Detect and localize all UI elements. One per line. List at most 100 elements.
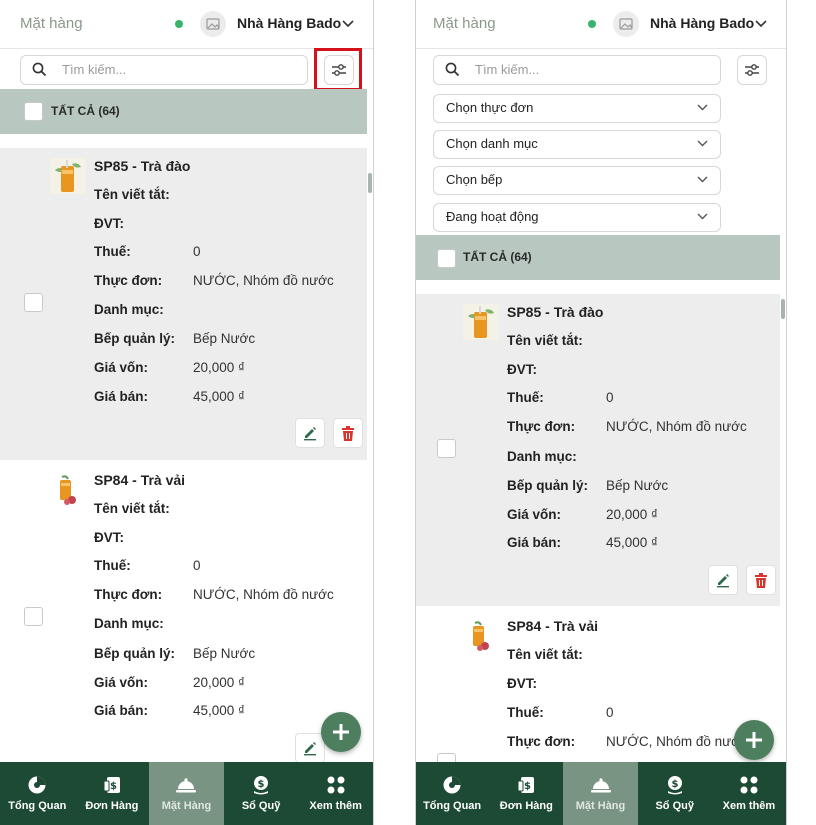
add-item-button[interactable]	[734, 720, 774, 760]
short-name-label: Tên viết tắt:	[507, 647, 583, 662]
chevron-down-icon[interactable]	[342, 20, 354, 28]
cost-label: Giá vốn:	[94, 675, 149, 690]
menu-value: NƯỚC, Nhóm đồ nước	[193, 587, 334, 602]
cost-value: 20,000 ₫	[606, 507, 658, 522]
search-input[interactable]: Tìm kiếm...	[20, 55, 308, 85]
store-selector[interactable]: Nhà Hàng Bado	[237, 15, 341, 31]
pie-chart-icon	[28, 776, 46, 794]
panel-border	[415, 0, 416, 825]
nav-item-overview[interactable]: Tổng Quan	[0, 762, 75, 825]
product-card[interactable]	[415, 294, 780, 606]
product-checkbox[interactable]	[24, 607, 43, 626]
nav-item-more[interactable]: Xem thêm	[712, 762, 786, 825]
menu-label: Thực đơn:	[94, 587, 163, 602]
grid-icon	[327, 776, 345, 794]
product-checkbox[interactable]	[24, 293, 43, 312]
plus-icon	[333, 724, 349, 740]
product-name: SP85 - Trà đào	[94, 158, 191, 174]
filter-button[interactable]	[737, 55, 767, 85]
menu-filter-select[interactable]: Chọn thực đơn	[433, 94, 721, 123]
scrollbar[interactable]	[368, 173, 372, 193]
price-label: Giá bán:	[94, 703, 149, 718]
menu-value: NƯỚC, Nhóm đồ nước	[193, 273, 334, 288]
trash-icon	[342, 425, 354, 441]
pencil-icon	[717, 574, 729, 588]
pencil-icon	[304, 742, 316, 756]
menu-value: NƯỚC, Nhóm đồ nước	[606, 419, 747, 434]
lychee-tea-image	[50, 472, 86, 508]
chevron-down-icon[interactable]	[755, 20, 767, 28]
select-all-label: TẤT CẢ (64)	[463, 250, 532, 264]
short-name-label: Tên viết tắt:	[94, 187, 170, 202]
grid-icon	[740, 776, 758, 794]
scrollbar[interactable]	[781, 299, 785, 319]
cost-label: Giá vốn:	[94, 360, 149, 375]
nav-item-products[interactable]: Mặt Hàng	[149, 762, 224, 825]
edit-button[interactable]	[295, 418, 325, 448]
cost-value: 20,000 ₫	[193, 675, 245, 690]
search-input[interactable]: Tìm kiếm...	[433, 55, 721, 85]
menu-filter-value: Chọn thực đơn	[446, 100, 534, 115]
nav-item-cashbook[interactable]: $ Sổ Quỹ	[224, 762, 299, 825]
category-filter-select[interactable]: Chọn danh mục	[433, 130, 721, 159]
peach-tea-image	[463, 304, 499, 340]
menu-label: Thực đơn:	[94, 273, 163, 288]
nav-item-orders[interactable]: $ Đơn Hàng	[75, 762, 150, 825]
nav-label: Đơn Hàng	[499, 800, 553, 812]
unit-label: ĐVT:	[94, 530, 124, 545]
product-name: SP85 - Trà đào	[507, 304, 604, 320]
svg-text:$: $	[671, 779, 678, 790]
select-all-checkbox[interactable]	[24, 102, 43, 121]
category-label: Danh mục:	[94, 616, 164, 631]
nav-label: Tổng Quan	[423, 800, 482, 812]
nav-item-products[interactable]: Mặt Hàng	[563, 762, 638, 825]
chevron-down-icon	[697, 104, 708, 111]
nav-item-more[interactable]: Xem thêm	[298, 762, 373, 825]
nav-item-overview[interactable]: Tổng Quan	[415, 762, 489, 825]
nav-item-cashbook[interactable]: $ Sổ Quỹ	[638, 762, 712, 825]
select-all-label: TẤT CẢ (64)	[51, 104, 120, 118]
kitchen-label: Bếp quản lý:	[94, 331, 176, 346]
image-icon	[206, 18, 220, 30]
bottom-nav: Tổng Quan $ Đơn Hàng Mặt Hàng $ Sổ Quỹ X…	[0, 762, 373, 825]
edit-button[interactable]	[708, 565, 738, 595]
status-filter-select[interactable]: Đang hoạt động	[433, 203, 721, 232]
store-avatar[interactable]	[200, 11, 226, 37]
search-placeholder: Tìm kiếm...	[475, 62, 540, 77]
nav-label: Mặt Hàng	[161, 800, 212, 812]
edit-button[interactable]	[295, 733, 325, 763]
chevron-down-icon	[697, 140, 708, 147]
page-title: Mặt hàng	[20, 15, 83, 32]
online-status-dot	[588, 20, 596, 28]
search-placeholder: Tìm kiếm...	[62, 62, 127, 77]
store-selector[interactable]: Nhà Hàng Bado	[650, 15, 754, 31]
unit-label: ĐVT:	[507, 362, 537, 377]
chevron-down-icon	[697, 213, 708, 220]
category-filter-value: Chọn danh mục	[446, 136, 538, 151]
delete-button[interactable]	[333, 418, 363, 448]
nav-label: Đơn Hàng	[85, 800, 139, 812]
nav-label: Xem thêm	[309, 800, 362, 812]
tax-label: Thuế:	[507, 390, 544, 405]
nav-item-orders[interactable]: $ Đơn Hàng	[489, 762, 563, 825]
menu-label: Thực đơn:	[507, 419, 576, 434]
tax-value: 0	[193, 244, 201, 259]
cloche-icon	[176, 778, 197, 793]
page-title: Mặt hàng	[433, 15, 496, 32]
select-all-checkbox[interactable]	[437, 249, 456, 268]
online-status-dot	[175, 20, 183, 28]
kitchen-filter-select[interactable]: Chọn bếp	[433, 166, 721, 195]
add-item-button[interactable]	[321, 712, 361, 752]
filter-button-highlight	[314, 48, 362, 91]
chevron-down-icon	[697, 176, 708, 183]
plus-icon	[746, 732, 762, 748]
menu-label: Thực đơn:	[507, 734, 576, 749]
pencil-icon	[304, 427, 316, 441]
receipt-icon: $	[517, 777, 535, 793]
product-card[interactable]	[0, 148, 367, 460]
product-checkbox[interactable]	[437, 439, 456, 458]
store-avatar[interactable]	[613, 11, 639, 37]
search-icon	[32, 62, 47, 77]
bottom-nav: Tổng Quan $ Đơn Hàng Mặt Hàng $ Sổ Quỹ X…	[415, 762, 786, 825]
delete-button[interactable]	[746, 565, 776, 595]
